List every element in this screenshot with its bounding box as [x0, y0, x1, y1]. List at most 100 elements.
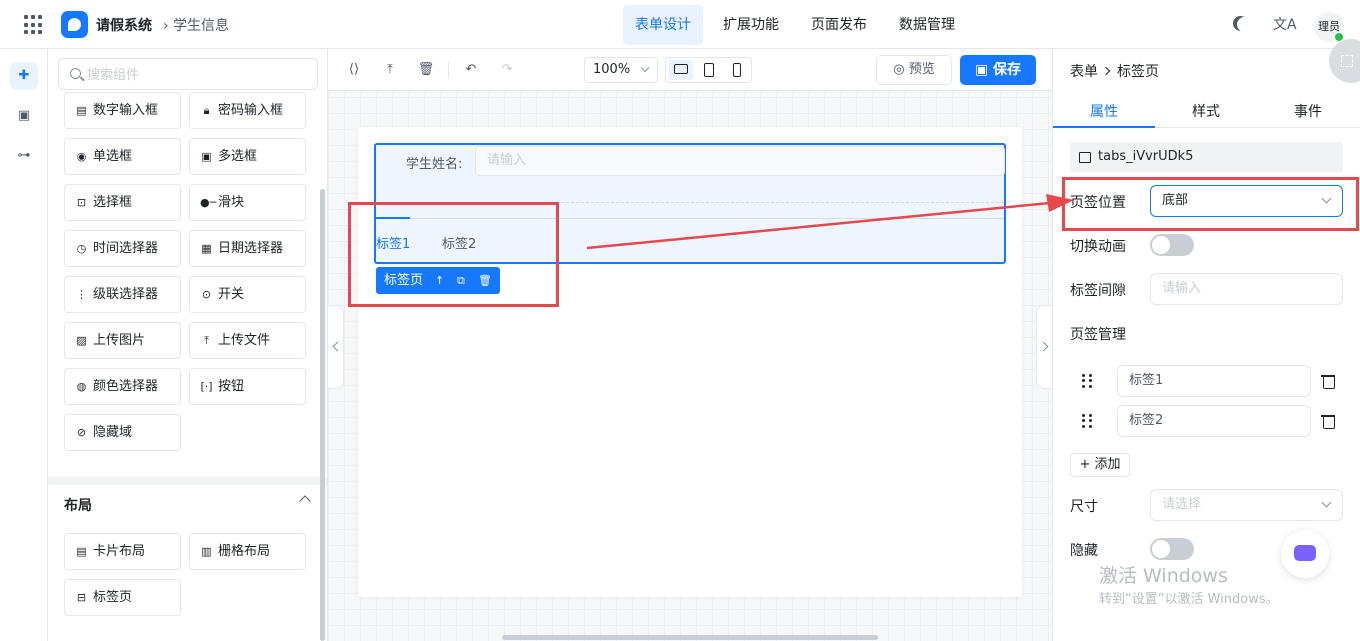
save-icon: ▣ — [974, 62, 989, 78]
component-6[interactable]: ●─ 滑块 — [189, 184, 306, 221]
switch-icon: ⊙ — [201, 288, 212, 301]
hidden-label: 隐藏 — [1070, 543, 1098, 559]
annotation-box-position — [1062, 177, 1359, 231]
cascader-icon: ⋮ — [76, 288, 87, 301]
chevron-down-icon — [640, 63, 650, 73]
drag-handle-icon[interactable] — [1082, 374, 1092, 388]
design-canvas[interactable]: ⟨⟩ ⤒ 🗑︎ ↶ ↷ 100% ◎ 预览 ▣ 保存 学生姓名: 请输入 标签1… — [328, 49, 1052, 641]
component-label: 多选框 — [218, 149, 258, 164]
props-breadcrumb: 表单 标签页 — [1070, 61, 1159, 81]
horizontal-scrollbar[interactable] — [502, 635, 878, 640]
form-icon[interactable]: ▣ — [10, 102, 38, 130]
windows-watermark-subtitle: 转到“设置”以激活 Windows。 — [1099, 592, 1279, 607]
search-input[interactable] — [87, 65, 307, 85]
component-label: 日期选择器 — [218, 241, 284, 256]
preview-button[interactable]: ◎ 预览 — [876, 55, 952, 85]
gap-label: 标签间隙 — [1070, 283, 1126, 299]
tab-styles[interactable]: 样式 — [1155, 101, 1257, 121]
trash-icon[interactable] — [1321, 414, 1335, 429]
top-bar: 请假系统 › 学生信息 表单设计 扩展功能 页面发布 数据管理 文A 理员 — [0, 0, 1360, 49]
chevron-up-icon[interactable] — [299, 495, 311, 507]
trash-icon[interactable]: 🗑︎ — [416, 60, 436, 80]
select-icon: ⊡ — [76, 196, 87, 209]
component-label: 颜色选择器 — [93, 379, 159, 394]
component-2[interactable]: 🔒︎ 密码输入框 — [189, 92, 306, 129]
size-select[interactable]: 请选择 — [1150, 489, 1343, 521]
device-switcher — [665, 57, 752, 83]
desktop-icon[interactable] — [669, 60, 693, 80]
component-4[interactable]: ▣ 多选框 — [189, 138, 306, 175]
avatar[interactable]: 理员 — [1314, 12, 1344, 42]
component-1[interactable]: ▤ 数字输入框 — [64, 92, 181, 129]
component-label: 密码输入框 — [218, 103, 284, 118]
undo-icon[interactable]: ↶ — [461, 60, 481, 80]
redo-icon[interactable]: ↷ — [497, 60, 517, 80]
slider-icon: ●─ — [200, 196, 217, 209]
tablet-icon[interactable] — [697, 60, 721, 80]
translate-icon[interactable]: 文A — [1273, 14, 1297, 34]
nav-data-management[interactable]: 数据管理 — [887, 5, 967, 45]
gap-input[interactable]: 请输入 — [1150, 273, 1343, 305]
tab-properties[interactable]: 属性 — [1053, 101, 1155, 121]
save-button[interactable]: ▣ 保存 — [960, 55, 1036, 85]
search-box[interactable] — [58, 58, 318, 90]
component-7[interactable]: ◷ 时间选择器 — [64, 230, 181, 267]
canvas-toolbar: ⟨⟩ ⤒ 🗑︎ ↶ ↷ 100% ◎ 预览 ▣ 保存 — [328, 49, 1052, 91]
layout-component-label: 标签页 — [93, 590, 133, 605]
component-label: 选择框 — [93, 195, 133, 210]
student-name-input[interactable]: 请输入 — [475, 146, 1005, 176]
component-label: 时间选择器 — [93, 241, 159, 256]
puzzle-icon[interactable]: ✚ — [10, 62, 38, 90]
tree-icon[interactable]: ⊶ — [10, 142, 38, 170]
component-12[interactable]: ⤒ 上传文件 — [189, 322, 306, 359]
clock-icon: ◷ — [76, 242, 87, 255]
component-label: 按钮 — [218, 379, 245, 394]
component-14[interactable]: [·] 按钮 — [189, 368, 306, 405]
tab-item-input-1[interactable]: 标签1 — [1117, 365, 1311, 397]
component-3[interactable]: ◉ 单选框 — [64, 138, 181, 175]
component-5[interactable]: ⊡ 选择框 — [64, 184, 181, 221]
search-icon — [70, 68, 81, 79]
layout-component-label: 卡片布局 — [93, 544, 146, 559]
lock-icon: 🔒︎ — [203, 104, 210, 117]
nav-form-design[interactable]: 表单设计 — [623, 5, 703, 45]
layout-component-3[interactable]: ⊟ 标签页 — [64, 579, 181, 616]
collapse-left-button[interactable] — [328, 305, 344, 389]
chevron-right-icon — [1101, 66, 1111, 76]
component-label: 滑块 — [218, 195, 245, 210]
breadcrumb[interactable]: › 学生信息 — [163, 15, 229, 35]
component-13[interactable]: ◍ 颜色选择器 — [64, 368, 181, 405]
component-8[interactable]: ▦ 日期选择器 — [189, 230, 306, 267]
trash-icon[interactable] — [1321, 374, 1335, 389]
chevron-down-icon — [1321, 497, 1332, 508]
layout-component-1[interactable]: ▤ 卡片布局 — [64, 533, 181, 570]
drag-handle-icon[interactable] — [1082, 414, 1092, 428]
layout-component-2[interactable]: ▥ 栅格布局 — [189, 533, 306, 570]
component-9[interactable]: ⋮ 级联选择器 — [64, 276, 181, 313]
component-11[interactable]: ▨ 上传图片 — [64, 322, 181, 359]
export-icon[interactable]: ⤒ — [380, 60, 400, 80]
dark-mode-icon[interactable] — [1237, 17, 1252, 32]
tab-events[interactable]: 事件 — [1257, 101, 1359, 121]
component-label: 单选框 — [93, 149, 133, 164]
gap-placeholder: 请输入 — [1162, 281, 1202, 296]
component-15[interactable]: ⊘ 隐藏域 — [64, 414, 181, 451]
preview-icon: ◎ — [893, 62, 905, 77]
fullscreen-icon[interactable] — [1329, 39, 1360, 83]
breadcrumb-page: 学生信息 — [173, 18, 230, 34]
hidden-switch[interactable] — [1150, 538, 1194, 560]
chat-bot-icon[interactable] — [1281, 530, 1329, 578]
add-tab-button[interactable]: + 添加 — [1070, 453, 1130, 477]
zoom-select[interactable]: 100% — [584, 57, 658, 83]
component-10[interactable]: ⊙ 开关 — [189, 276, 306, 313]
nav-extensions[interactable]: 扩展功能 — [711, 5, 791, 45]
nav-publish[interactable]: 页面发布 — [799, 5, 879, 45]
code-icon[interactable]: ⟨⟩ — [344, 60, 364, 80]
panel-scrollbar[interactable] — [320, 189, 325, 641]
tab-item-input-2[interactable]: 标签2 — [1117, 405, 1311, 437]
collapse-right-button[interactable] — [1036, 305, 1052, 389]
props-breadcrumb-parent[interactable]: 表单 — [1070, 64, 1098, 80]
apps-grid-icon[interactable] — [24, 15, 44, 35]
animation-switch[interactable] — [1150, 234, 1194, 256]
mobile-icon[interactable] — [725, 60, 749, 80]
